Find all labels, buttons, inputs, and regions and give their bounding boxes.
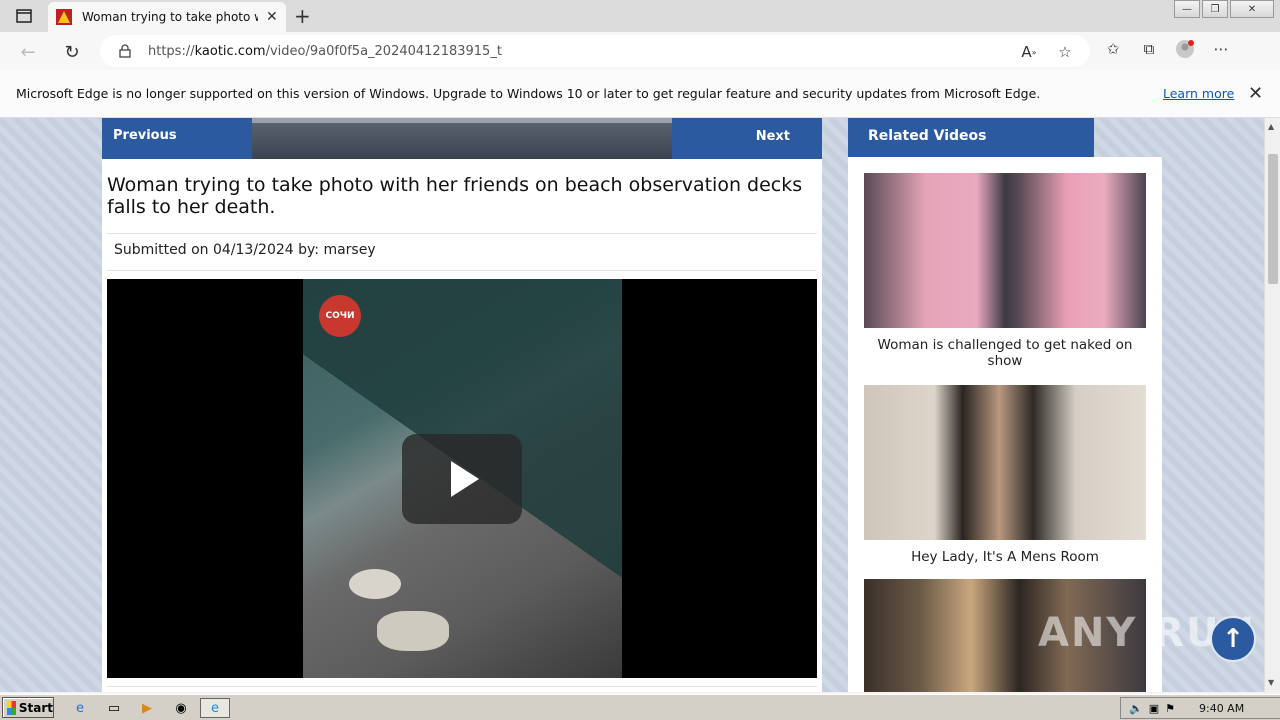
related-videos-heading: Related Videos [848,118,1094,157]
chrome-icon[interactable]: ◉ [171,698,191,718]
read-aloud-icon[interactable]: A» [1018,41,1040,63]
submitted-info: Submitted on 04/13/2024 by: marsey [114,242,376,258]
related-caption[interactable]: Woman is challenged to get naked on show [864,337,1146,369]
lock-icon [119,44,131,58]
video-title: Woman trying to take photo with her frie… [107,174,803,218]
media-player-icon[interactable]: ▶ [137,698,157,718]
divider [107,233,817,234]
close-notice-icon[interactable]: ✕ [1248,83,1263,104]
taskbar: Start e ▭ ▶ ◉ e 🔈 ▣ ⚑ 9:40 AM [0,694,1280,720]
url-field[interactable]: https://kaotic.com/video/9a0f0f5a_202404… [100,35,1090,67]
clock: 9:40 AM [1198,701,1245,715]
page-scrollbar[interactable]: ▲ ▼ [1264,118,1280,692]
tab-title: Woman trying to take photo with [82,10,258,24]
previous-button[interactable]: Previous [102,118,252,159]
windows-logo-icon [7,700,16,715]
tab-actions-icon[interactable] [8,4,40,28]
video-column: Previous Next Woman trying to take photo… [102,118,822,692]
tab-close-icon[interactable]: ✕ [266,9,278,25]
favorites-icon[interactable]: ✩ [1102,38,1124,60]
play-button[interactable] [402,434,522,524]
more-menu-icon[interactable]: ⋯ [1210,38,1232,60]
address-bar-row: ← ↻ https://kaotic.com/video/9a0f0f5a_20… [0,32,1280,70]
related-thumbnail[interactable] [864,385,1146,540]
volume-icon[interactable]: 🔈 [1129,702,1143,715]
restore-button[interactable]: ❐ [1202,0,1228,18]
page-viewport: Previous Next Woman trying to take photo… [0,118,1264,692]
channel-logo: СОЧИ [319,295,361,337]
divider [107,270,817,271]
scroll-to-top-button[interactable]: ↑ [1210,616,1256,662]
new-tab-icon[interactable]: + [294,6,311,26]
network-icon[interactable]: ▣ [1149,702,1159,715]
close-window-button[interactable]: ✕ [1230,0,1274,18]
nav-divider [252,118,672,159]
url-text: https://kaotic.com/video/9a0f0f5a_202404… [148,43,502,59]
profile-avatar[interactable] [1174,38,1196,60]
browser-tab[interactable]: Woman trying to take photo with ✕ [48,2,286,32]
collections-icon[interactable]: ⧉ [1138,38,1160,60]
notice-text: Microsoft Edge is no longer supported on… [16,86,1041,101]
minimize-button[interactable]: — [1174,0,1200,18]
next-button[interactable]: Next [672,118,822,159]
site-favicon-icon [56,9,72,25]
related-caption[interactable]: Hey Lady, It's A Mens Room [864,549,1146,565]
play-icon [451,461,479,497]
video-player[interactable]: СОЧИ [107,279,817,678]
related-item[interactable]: Hey Lady, It's A Mens Room [864,385,1146,565]
start-button[interactable]: Start [2,697,54,718]
flag-icon[interactable]: ⚑ [1165,702,1175,715]
related-item[interactable]: Woman is challenged to get naked on show [864,173,1146,369]
explorer-folder-icon[interactable]: ▭ [104,698,124,718]
add-favorite-icon[interactable]: ☆ [1054,41,1076,63]
unsupported-notice-bar: Microsoft Edge is no longer supported on… [0,70,1280,118]
window-controls: — ❐ ✕ [1172,0,1274,18]
related-sidebar: Related Videos Woman is challenged to ge… [848,118,1162,692]
video-scene-rock [377,611,449,651]
system-tray: 🔈 ▣ ⚑ 9:40 AM [1120,697,1280,719]
edge-taskbar-icon[interactable]: e [200,698,230,718]
ie-icon[interactable]: e [70,698,90,718]
back-icon[interactable]: ← [16,40,40,64]
divider [107,686,817,687]
video-scene-rock [349,569,401,599]
video-navigation: Previous Next [102,118,822,159]
start-label: Start [18,700,53,715]
refresh-icon[interactable]: ↻ [60,40,84,64]
related-thumbnail[interactable] [864,173,1146,328]
scroll-thumb[interactable] [1268,154,1278,284]
scroll-up-icon[interactable]: ▲ [1268,122,1274,131]
learn-more-link[interactable]: Learn more [1163,86,1234,101]
title-bar: Woman trying to take photo with ✕ + — ❐ … [0,0,1280,32]
scroll-down-icon[interactable]: ▼ [1268,678,1274,687]
